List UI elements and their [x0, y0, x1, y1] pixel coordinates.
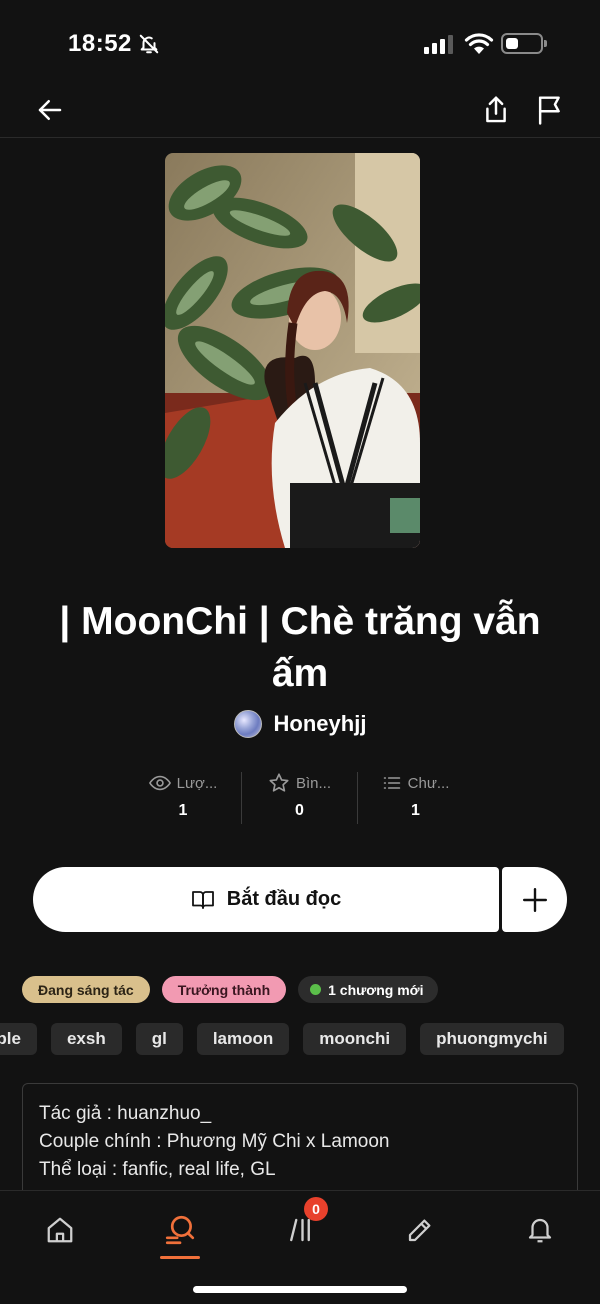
badge-ongoing: Đang sáng tác	[22, 976, 150, 1003]
stat-chapters: Chư... 1	[357, 772, 473, 824]
home-indicator[interactable]	[193, 1286, 407, 1293]
bell-muted-icon	[138, 33, 160, 60]
eye-icon	[148, 775, 171, 791]
top-bar	[0, 88, 600, 138]
nav-search[interactable]	[150, 1205, 210, 1259]
arrow-left-icon	[38, 100, 62, 120]
status-badges: Đang sáng tác Trưởng thành 1 chương mới	[22, 976, 438, 1003]
badge-new-chapter-label: 1 chương mới	[328, 981, 424, 998]
author-name[interactable]: Honeyhjj	[274, 711, 367, 737]
status-bar: 18:52	[0, 0, 600, 88]
description-line: Thể loại : fanfic, real life, GL	[39, 1159, 276, 1180]
add-to-library-button[interactable]	[502, 867, 567, 932]
tag-chip[interactable]: gl	[135, 1023, 183, 1055]
tag-chip[interactable]: exsh	[50, 1023, 122, 1055]
share-icon	[486, 96, 506, 123]
start-reading-label: Bắt đầu đọc	[226, 888, 342, 910]
bell-icon	[528, 1218, 552, 1243]
pencil-icon	[408, 1219, 431, 1242]
tag-list[interactable]: uple exsh gl lamoon moonchi phuongmychi	[0, 1023, 564, 1055]
home-icon	[47, 1217, 73, 1243]
nav-library[interactable]: 0	[270, 1197, 330, 1255]
nav-home[interactable]	[30, 1205, 90, 1255]
battery-fill	[506, 38, 518, 49]
signal-icon	[424, 34, 453, 54]
author-avatar[interactable]	[233, 710, 262, 738]
start-reading-button[interactable]: Bắt đầu đọc	[33, 867, 499, 932]
status-time: 18:52	[68, 30, 132, 57]
stat-chapters-value: 1	[411, 802, 420, 819]
story-title: | MoonChi | Chè trăng vẫn ấm	[59, 600, 541, 695]
nav-write[interactable]	[390, 1205, 450, 1255]
stat-chapters-label: Chư...	[407, 774, 450, 792]
stat-votes: Bìn... 0	[241, 772, 357, 824]
library-notification-badge: 0	[304, 1197, 328, 1221]
new-dot-icon	[310, 984, 322, 995]
flag-icon	[538, 96, 560, 125]
stat-votes-value: 0	[295, 802, 304, 819]
cover-photo	[165, 153, 420, 548]
story-cover-image[interactable]	[165, 153, 420, 548]
stat-reads-value: 1	[178, 802, 188, 819]
tag-chip[interactable]: lamoon	[196, 1023, 290, 1055]
badge-new-chapter: 1 chương mới	[298, 976, 438, 1003]
nav-notifications[interactable]	[510, 1205, 570, 1255]
description-line: Tác giả : huanzhuo_	[39, 1103, 212, 1124]
plus-icon	[522, 887, 547, 912]
stat-reads-label: Lượ...	[176, 774, 218, 792]
search-icon	[165, 1215, 195, 1245]
book-open-icon	[191, 890, 214, 909]
tag-chip[interactable]: uple	[0, 1023, 37, 1055]
author-row[interactable]: Honeyhjj	[0, 710, 600, 738]
story-stats: Lượ... 1 Bìn... 0 Chư... 1	[125, 772, 475, 824]
badge-mature: Trưởng thành	[161, 976, 287, 1003]
list-icon	[383, 777, 400, 789]
tag-chip[interactable]: moonchi	[303, 1023, 407, 1055]
report-button[interactable]	[528, 88, 572, 132]
description-line: Couple chính : Phương Mỹ Chi x Lamoon	[39, 1131, 390, 1152]
battery-icon	[501, 33, 547, 54]
stat-reads: Lượ... 1	[125, 772, 241, 824]
back-button[interactable]	[28, 88, 72, 132]
star-icon	[269, 773, 289, 792]
stat-votes-label: Bìn...	[295, 774, 332, 792]
tag-chip[interactable]: phuongmychi	[420, 1023, 564, 1055]
wifi-icon	[464, 32, 494, 61]
share-button[interactable]	[474, 88, 518, 132]
